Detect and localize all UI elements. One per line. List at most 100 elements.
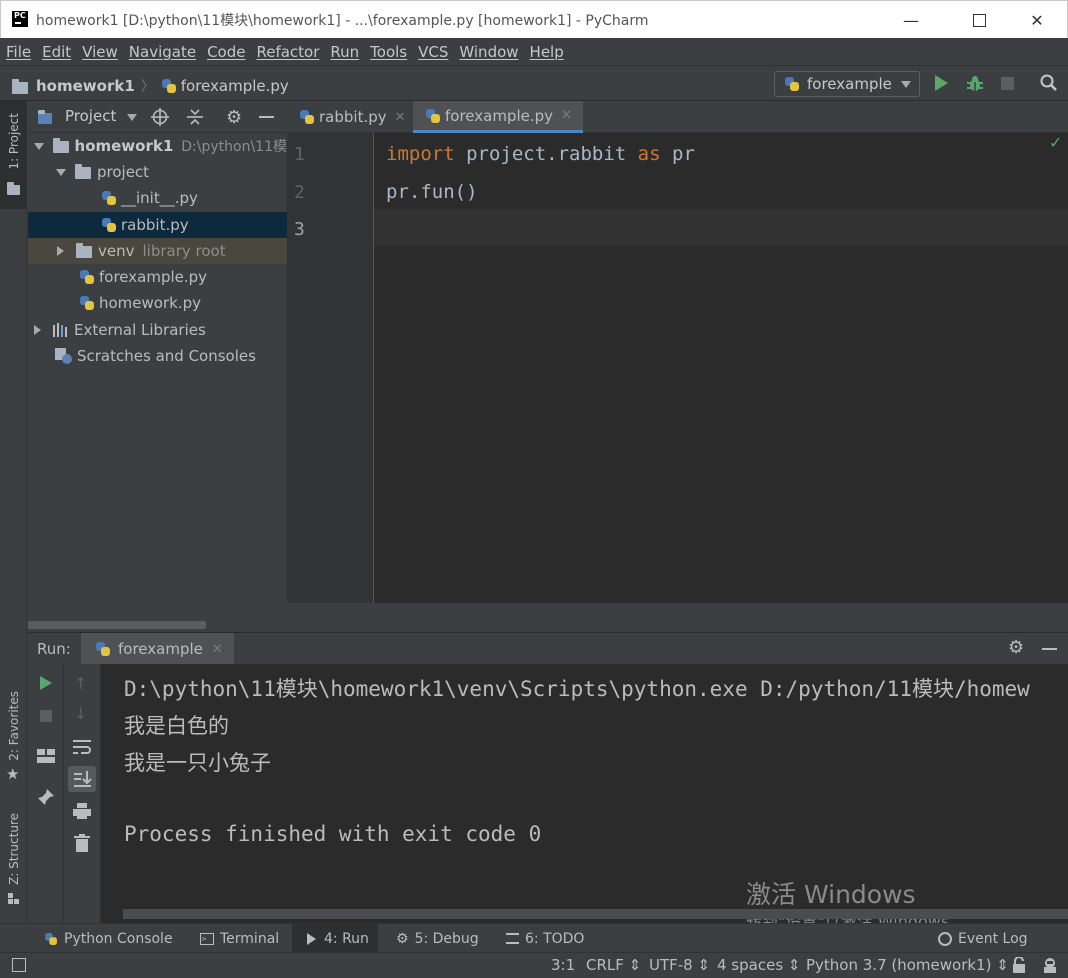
run-configuration-select[interactable]: forexample [774,71,920,97]
hide-icon[interactable] [259,116,274,118]
tree-node-rabbit[interactable]: rabbit.py [28,212,287,238]
gear-icon[interactable]: ⚙ [226,107,242,128]
minimize-button[interactable]: — [879,1,943,39]
collapse-all-icon[interactable] [186,108,204,126]
project-tool-tab[interactable]: 1: Project [0,101,27,209]
tree-node-scratches[interactable]: Scratches and Consoles [28,343,287,369]
inspection-ok-icon[interactable]: ✓ [1049,133,1062,152]
folder-icon [7,182,20,195]
python-interpreter[interactable]: Python 3.7 (homework1) ⇕ [806,956,1009,974]
close-tab-icon[interactable]: ✕ [395,110,406,125]
menu-refactor[interactable]: Refactor [256,43,319,61]
libraries-icon [53,323,69,337]
chevron-down-icon [901,81,911,88]
menu-view[interactable]: View [82,43,118,61]
run-tab-forexample[interactable]: forexample ✕ [81,633,234,665]
folder-icon [53,138,69,153]
tree-node-project[interactable]: project [28,159,287,185]
breadcrumb-file[interactable]: forexample.py [181,77,289,95]
stop-icon[interactable] [40,710,52,722]
current-line-highlight [374,209,1068,246]
run-icon[interactable] [935,75,948,91]
console-horizontal-scrollbar[interactable] [123,909,1068,919]
tree-node-init[interactable]: __init__.py [28,185,287,211]
tree-node-forexample[interactable]: forexample.py [28,264,287,290]
horizontal-scrollbar[interactable] [28,621,206,629]
tab-todo[interactable]: 6: TODO [506,924,584,953]
hide-icon[interactable] [1042,648,1057,650]
soft-wrap-icon[interactable] [73,739,91,755]
menu-navigate[interactable]: Navigate [129,43,196,61]
console-line: 我是白色的 [124,714,229,738]
file-encoding[interactable]: UTF-8 ⇕ [649,956,710,974]
down-arrow-icon[interactable]: ↓ [74,704,87,723]
breadcrumb-project[interactable]: homework1 [36,77,135,95]
tree-node-venv[interactable]: venv library root [28,238,287,264]
code-line-1: import project.rabbit as pr [386,143,695,165]
lock-icon[interactable] [1012,956,1026,973]
menu-window[interactable]: Window [459,43,518,61]
debug-bug-icon[interactable] [966,75,984,93]
run-panel-header: Run: forexample ✕ ⚙ [28,632,1068,665]
close-tab-icon[interactable]: ✕ [212,642,223,657]
locate-icon[interactable] [151,108,169,126]
pycharm-logo-icon: PC [12,11,28,27]
tab-forexample[interactable]: forexample.py ✕ [413,101,583,133]
favorites-tool-tab[interactable]: 2: Favorites ★ [0,689,27,785]
tab-python-console[interactable]: Python Console [43,924,173,953]
event-log-button[interactable]: Event Log [938,924,1028,953]
inspector-icon[interactable] [1041,956,1059,974]
menu-code[interactable]: Code [207,43,245,61]
python-file-icon [299,109,315,125]
gear-icon[interactable]: ⚙ [1008,637,1024,658]
close-button[interactable]: ✕ [1005,1,1068,39]
toggle-tool-windows-icon[interactable] [12,958,26,972]
folder-icon [12,78,28,94]
print-icon[interactable] [73,802,91,820]
project-tree: homework1 D:\python\11模 project __init__… [28,133,287,631]
close-tab-icon[interactable]: ✕ [561,108,572,123]
editor-tabs: rabbit.py ✕ forexample.py ✕ [287,101,1068,133]
menu-tools[interactable]: Tools [370,43,407,61]
window-title: homework1 [D:\python\11模块\homework1] - .… [36,13,649,29]
pin-icon[interactable] [37,788,55,806]
tree-node-homework1[interactable]: homework1 D:\python\11模 [28,133,287,159]
menu-file[interactable]: File [6,43,31,61]
rerun-icon[interactable] [40,676,52,690]
console-line: D:\python\11模块\homework1\venv\Scripts\py… [124,677,1030,701]
line-separator[interactable]: CRLF ⇕ [586,956,641,974]
chevron-down-icon[interactable] [127,114,137,121]
layout-icon[interactable] [37,749,55,763]
run-console-output[interactable]: D:\python\11模块\homework1\venv\Scripts\py… [101,664,1068,923]
python-file-icon [101,190,117,206]
project-panel-header: Project ⚙ [28,101,287,133]
up-arrow-icon[interactable]: ↑ [74,674,87,693]
caret-position[interactable]: 3:1 [551,956,575,974]
stop-icon[interactable] [1001,77,1014,90]
maximize-button[interactable] [947,1,1011,39]
structure-tool-tab[interactable]: Z: Structure [0,813,27,923]
code-editor[interactable]: import project.rabbit as pr pr.fun() ✓ [374,133,1068,603]
search-icon[interactable] [1040,74,1058,92]
menu-edit[interactable]: Edit [42,43,71,61]
scratches-icon [55,348,73,364]
trash-icon[interactable] [74,834,90,852]
menu-help[interactable]: Help [530,43,564,61]
breadcrumb: homework1 〉 forexample.py [12,76,289,96]
tab-debug[interactable]: ⚙ 5: Debug [396,924,479,953]
tree-node-homework[interactable]: homework.py [28,290,287,316]
code-line-2: pr.fun() [386,181,478,203]
list-icon [506,933,519,944]
scroll-to-end-icon[interactable] [68,766,96,792]
tab-run[interactable]: 4: Run [292,924,378,953]
tab-terminal[interactable]: > Terminal [200,924,279,953]
title-bar: PC homework1 [D:\python\11模块\homework1] … [0,0,1068,38]
indent-setting[interactable]: 4 spaces ⇕ [717,956,800,974]
tree-node-external-libraries[interactable]: External Libraries [28,317,287,343]
menu-run[interactable]: Run [330,43,359,61]
project-view-label[interactable]: Project [65,107,116,125]
menu-vcs[interactable]: VCS [418,43,448,61]
project-view-icon [38,110,52,124]
run-config-label: forexample [807,75,892,93]
tab-rabbit[interactable]: rabbit.py ✕ [287,101,425,133]
